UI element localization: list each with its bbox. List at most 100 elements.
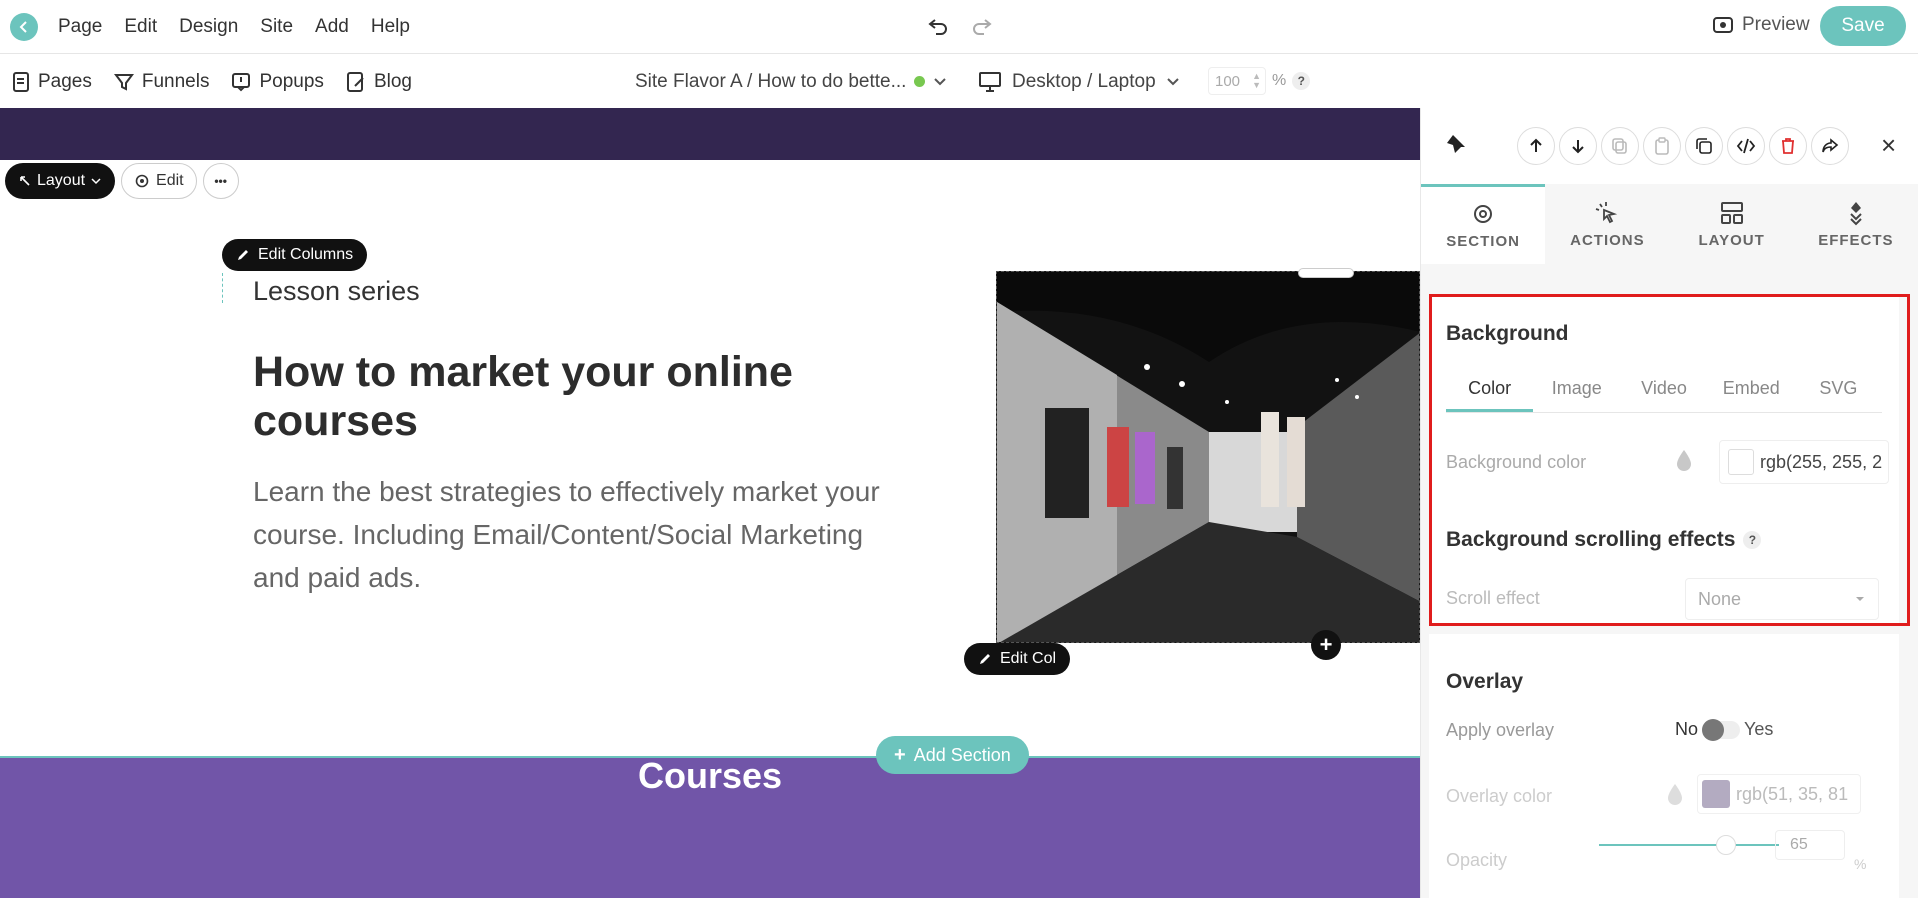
zoom-control: 100 ▲ ▼ % ?	[1208, 67, 1311, 95]
code-button[interactable]	[1727, 127, 1765, 165]
help-icon[interactable]: ?	[1292, 72, 1311, 90]
background-color-input[interactable]: rgb(255, 255, 2	[1719, 440, 1889, 484]
funnel-icon	[113, 73, 134, 91]
paste-button[interactable]	[1643, 127, 1681, 165]
nav-funnels[interactable]: Funnels	[113, 70, 210, 93]
scroll-effect-select[interactable]: None	[1685, 578, 1879, 620]
site-nav: Pages Funnels Popups Blog	[12, 55, 412, 108]
opacity-slider[interactable]	[1599, 844, 1779, 846]
scrolling-effects-label: Background scrolling effects	[1446, 528, 1736, 551]
hero-title[interactable]: How to market your online courses	[253, 348, 873, 446]
zoom-value: 100	[1215, 72, 1241, 90]
hero-subtitle[interactable]: Lesson series	[253, 276, 420, 307]
top-menu-bar: Page Edit Design Site Add Help Preview S…	[0, 0, 1918, 54]
site-flavor-selector[interactable]: Site Flavor A / How to do bette...	[635, 55, 947, 108]
redo-icon[interactable]	[970, 14, 994, 38]
tab-effects-label: EFFECTS	[1818, 231, 1894, 249]
zoom-input[interactable]: 100 ▲ ▼	[1208, 67, 1266, 95]
bg-tab-svg[interactable]: SVG	[1795, 378, 1882, 412]
scroll-effect-label: Scroll effect	[1446, 588, 1540, 608]
duplicate-icon	[1696, 138, 1712, 154]
tab-layout[interactable]: LAYOUT	[1670, 184, 1794, 264]
courses-heading[interactable]: Courses	[0, 755, 1420, 797]
menu-page[interactable]: Page	[58, 16, 102, 38]
add-element-button[interactable]: +	[1311, 630, 1341, 660]
copy-button[interactable]	[1601, 127, 1639, 165]
resize-handle[interactable]	[1298, 268, 1354, 278]
column-guide	[222, 273, 223, 303]
tab-section[interactable]: SECTION	[1421, 184, 1546, 264]
share-button[interactable]	[1811, 127, 1849, 165]
background-color-value: rgb(255, 255, 2	[1760, 451, 1883, 472]
overlay-color-input[interactable]: rgb(51, 35, 81	[1697, 774, 1861, 814]
layout-button[interactable]: Layout	[5, 163, 116, 199]
gallery-photo	[997, 272, 1419, 642]
menu-add[interactable]: Add	[315, 16, 349, 38]
menu-design[interactable]: Design	[179, 16, 238, 38]
tab-effects[interactable]: EFFECTS	[1794, 184, 1918, 264]
back-button[interactable]	[10, 13, 38, 41]
hero-image[interactable]	[996, 271, 1420, 643]
copy-icon	[1612, 138, 1627, 154]
device-selector[interactable]: Desktop / Laptop	[978, 55, 1180, 108]
edit-section-button[interactable]: Edit	[121, 163, 197, 199]
background-group: Background Color Image Video Embed SVG B…	[1429, 294, 1899, 624]
edit-col-button[interactable]: Edit Col	[964, 643, 1071, 675]
color-drop-icon[interactable]	[1665, 782, 1685, 808]
popup-icon	[232, 72, 251, 91]
color-drop-icon[interactable]	[1674, 448, 1694, 474]
nav-popups[interactable]: Popups	[231, 71, 324, 93]
save-button[interactable]: Save	[1820, 6, 1906, 46]
panel-toolbar: ×	[1421, 108, 1918, 184]
menu-site[interactable]: Site	[260, 16, 293, 38]
device-label: Desktop / Laptop	[1012, 70, 1156, 92]
overlay-title: Overlay	[1446, 670, 1524, 693]
scrolling-effects-title: Background scrolling effects ?	[1446, 528, 1762, 552]
tab-actions[interactable]: ACTIONS	[1545, 184, 1669, 264]
delete-button[interactable]	[1769, 127, 1807, 165]
bg-tab-video[interactable]: Video	[1620, 378, 1707, 412]
overlay-color-swatch[interactable]	[1702, 780, 1730, 808]
close-icon[interactable]: ×	[1881, 130, 1896, 161]
move-down-button[interactable]	[1559, 127, 1597, 165]
gear-icon	[135, 174, 149, 188]
toggle-switch[interactable]	[1702, 718, 1741, 741]
opacity-input[interactable]: 65	[1775, 830, 1845, 860]
pencil-icon	[238, 250, 248, 260]
overlay-color-label: Overlay color	[1446, 786, 1553, 806]
status-dot	[914, 76, 926, 87]
share-icon	[1822, 138, 1839, 153]
desktop-icon	[979, 71, 1001, 92]
properties-panel: × SECTION ACTIONS LAYOUT EFFECTS Backgro…	[1420, 108, 1918, 898]
stepper-icon[interactable]: ▲ ▼	[1252, 72, 1261, 90]
menu-edit[interactable]: Edit	[124, 16, 157, 38]
opacity-value: 65	[1790, 836, 1808, 853]
bg-tab-embed[interactable]: Embed	[1708, 378, 1795, 412]
edit-columns-button[interactable]: Edit Columns	[222, 239, 368, 271]
layout-icon	[1720, 201, 1743, 224]
edit-columns-label: Edit Columns	[258, 246, 354, 263]
nav-funnels-label: Funnels	[141, 70, 210, 92]
gear-icon	[1474, 205, 1493, 223]
blog-icon	[346, 71, 364, 92]
pin-icon[interactable]	[1445, 133, 1467, 155]
color-swatch[interactable]	[1728, 449, 1754, 475]
duplicate-button[interactable]	[1685, 127, 1723, 165]
more-options-button[interactable]: •••	[202, 163, 239, 199]
move-up-button[interactable]	[1517, 127, 1555, 165]
toggle-yes-label: Yes	[1744, 719, 1774, 739]
drag-handle-icon	[20, 176, 30, 186]
preview-button[interactable]: Preview	[1712, 14, 1810, 36]
undo-icon[interactable]	[926, 14, 950, 38]
opacity-slider-handle[interactable]	[1716, 835, 1736, 855]
menu-help[interactable]: Help	[371, 16, 410, 38]
bg-tab-color[interactable]: Color	[1446, 378, 1534, 412]
chevron-down-icon	[91, 178, 101, 185]
nav-blog[interactable]: Blog	[346, 71, 412, 93]
help-icon[interactable]: ?	[1743, 531, 1762, 549]
hero-description[interactable]: Learn the best strategies to effectively…	[253, 470, 913, 599]
apply-overlay-toggle[interactable]: No Yes	[1675, 718, 1774, 741]
header-section[interactable]	[0, 108, 1420, 160]
bg-tab-image[interactable]: Image	[1533, 378, 1620, 412]
nav-pages[interactable]: Pages	[12, 71, 92, 93]
